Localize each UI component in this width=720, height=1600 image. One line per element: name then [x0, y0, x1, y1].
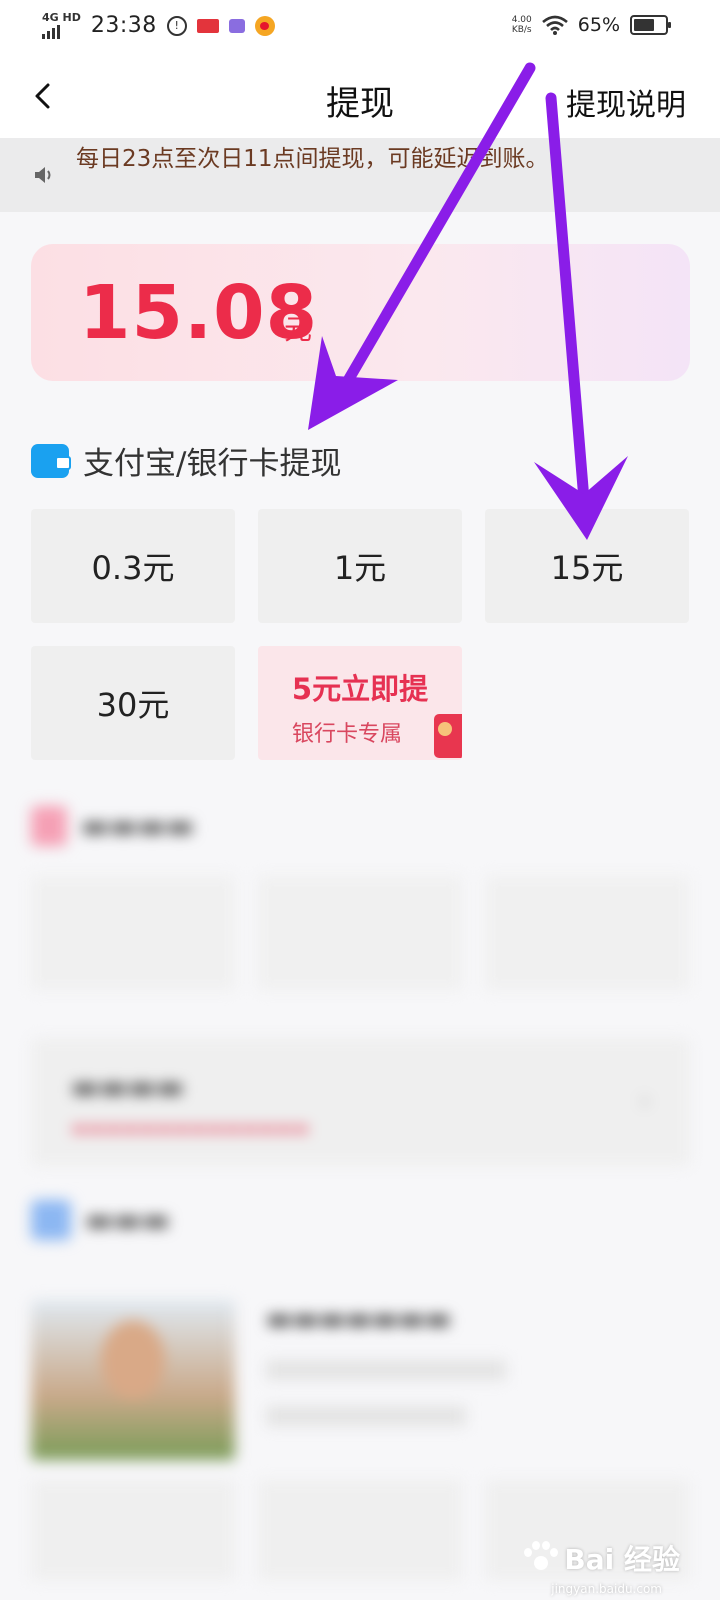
network-speed-unit: KB/s [511, 25, 532, 35]
watermark-text: Bai 经验 [564, 1543, 680, 1576]
balance-card: 15.08 元 [31, 244, 690, 381]
amount-option-30[interactable]: 30元 [31, 646, 235, 760]
withdraw-instructions-link[interactable]: 提现说明 [566, 80, 686, 124]
blurred-tile [258, 1480, 462, 1580]
weibo-notification-icon [254, 15, 275, 36]
blurred-section-title: ▬▬▬▬ [31, 806, 194, 846]
battery-icon [630, 15, 671, 35]
blurred-tile [485, 876, 689, 990]
notice-banner: 每日23点至次日11点间提现，可能延迟到账。 [0, 138, 720, 212]
phone-recharge-icon [31, 806, 67, 846]
blurred-content: ▬▬▬▬ ▬▬▬▬ ▬▬▬▬▬▬▬▬▬▬▬▬▬▬ › ▬▬▬ ▬▬▬▬▬▬▬ [0, 780, 720, 1600]
status-bar: 4G HD 23:38 ! 4.00 KB/s 65% [0, 0, 720, 56]
blurred-photo [31, 1300, 235, 1460]
header: 提现 提现说明 [0, 56, 720, 138]
wifi-icon [541, 15, 568, 35]
blurred-tile [31, 1480, 235, 1580]
status-left: 4G HD 23:38 ! [42, 12, 275, 39]
signal-bars-icon [42, 25, 81, 39]
chevron-right-icon: › [639, 1086, 650, 1116]
baidu-watermark: Bai 经验 [522, 1538, 680, 1578]
amount-option-1[interactable]: 1元 [258, 509, 462, 623]
video-notification-icon [228, 18, 245, 33]
baidu-paw-logo-icon [522, 1540, 559, 1576]
network-speed-value: 4.00 [511, 15, 532, 25]
battery-percent: 65% [577, 14, 620, 36]
blurred-text: ▬▬▬▬ [81, 808, 195, 844]
blurred-row: ▬▬▬▬ ▬▬▬▬▬▬▬▬▬▬▬▬▬▬ › [31, 1038, 690, 1166]
notice-text: 每日23点至次日11点间提现，可能延迟到账。 [76, 146, 549, 172]
speaker-icon [35, 167, 51, 183]
withdraw-section-title: 支付宝/银行卡提现 [31, 438, 341, 483]
blurred-text: ▬▬▬ [85, 1202, 171, 1238]
blurred-row-title: ▬▬▬▬ [71, 1070, 185, 1105]
blurred-row-sub: ▬▬▬▬▬▬▬▬▬▬▬▬▬▬ [71, 1118, 310, 1139]
amount-option-15[interactable]: 15元 [485, 509, 689, 623]
network-type: 4G HD [42, 11, 81, 24]
app-notification-icon: ! [166, 15, 187, 36]
balance-amount: 15.08 [79, 270, 319, 356]
blurred-tile [31, 876, 235, 990]
blurred-section-title: ▬▬▬ [31, 1200, 170, 1240]
watermark-url: jingyan.baidu.com [551, 1582, 662, 1596]
amount-option-0-3[interactable]: 0.3元 [31, 509, 235, 623]
blurred-info-line [266, 1406, 466, 1426]
battery-fill [634, 19, 654, 31]
red-envelope-icon [434, 714, 462, 758]
blurred-info-title: ▬▬▬▬▬▬▬ [266, 1302, 452, 1335]
promo-title: 5元立即提 [291, 672, 429, 706]
blurred-info-line [266, 1360, 506, 1380]
withdraw-section-label: 支付宝/银行卡提现 [83, 446, 342, 482]
status-time: 23:38 [90, 13, 157, 38]
status-right: 4.00 KB/s 65% [512, 14, 671, 36]
promo-subtitle: 银行卡专属 [292, 722, 403, 747]
toutiao-notification-icon [196, 18, 219, 33]
wallet-icon [31, 443, 71, 478]
network-speed: 4.00 KB/s [512, 15, 532, 35]
balance-unit: 元 [284, 313, 313, 346]
person-photo [101, 1320, 165, 1400]
promo-withdraw-option[interactable]: 5元立即提 银行卡专属 [258, 646, 462, 760]
signal-indicator: 4G HD [42, 12, 81, 39]
blurred-tile [258, 876, 462, 990]
heart-icon [31, 1200, 71, 1240]
